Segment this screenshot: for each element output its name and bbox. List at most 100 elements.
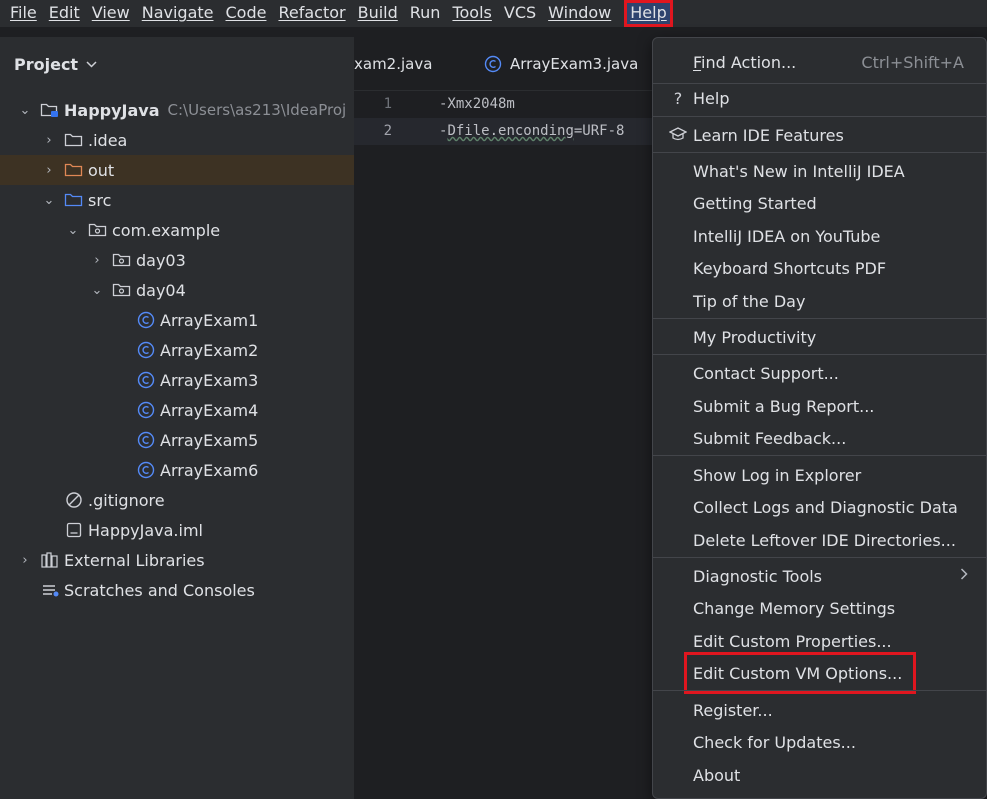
highlight-box-vm-options — [684, 652, 916, 694]
tab-arrayexam2[interactable]: xam2.java — [354, 37, 432, 91]
menu-run[interactable]: Run — [404, 0, 447, 27]
menu-window-label: Window — [548, 3, 612, 22]
ide-window: { "menubar": { "items": [ {"label": "Fil… — [0, 0, 987, 799]
menu-item-label: Diagnostic Tools — [693, 566, 823, 586]
tree-label: day04 — [136, 280, 186, 300]
tree-label: ArrayExam3 — [160, 370, 259, 390]
menu-build[interactable]: Build — [352, 0, 404, 27]
menu-item-change-memory-settings[interactable]: Change Memory Settings — [653, 592, 986, 624]
tree-label: com.example — [112, 220, 221, 240]
tree-row-arrayexam4[interactable]: ArrayExam4 — [0, 395, 354, 425]
menu-help[interactable]: Help — [624, 0, 673, 27]
menu-item-label: Check for Updates... — [693, 732, 856, 752]
project-panel-header[interactable]: Project — [0, 37, 354, 91]
tree-row-out[interactable]: › out — [0, 155, 354, 185]
menu-refactor[interactable]: Refactor — [272, 0, 351, 27]
tree-label: src — [88, 190, 112, 210]
menu-item-label: Delete Leftover IDE Directories... — [693, 530, 956, 550]
code-text: -Xmx2048m — [439, 96, 515, 112]
tree-row-arrayexam5[interactable]: ArrayExam5 — [0, 425, 354, 455]
menu-tools[interactable]: Tools — [446, 0, 497, 27]
menu-item-label: Register... — [693, 700, 773, 720]
menu-item-youtube[interactable]: IntelliJ IDEA on YouTube — [653, 220, 986, 252]
menu-window[interactable]: Window — [542, 0, 617, 27]
menu-separator — [653, 690, 986, 691]
menu-separator — [653, 557, 986, 558]
menu-item-show-log[interactable]: Show Log in Explorer — [653, 459, 986, 491]
menu-item-label: Help — [693, 88, 730, 108]
chevron-down-icon[interactable]: ⌄ — [18, 103, 32, 118]
menu-item-label: About — [693, 765, 741, 785]
chevron-down-icon[interactable]: ⌄ — [66, 223, 80, 238]
library-icon — [40, 551, 60, 569]
menu-item-label: Find Action... — [693, 52, 797, 72]
menu-code[interactable]: Code — [220, 0, 273, 27]
menu-vcs[interactable]: VCS — [498, 0, 542, 27]
tree-label: External Libraries — [64, 550, 205, 570]
menu-item-submit-feedback[interactable]: Submit Feedback... — [653, 422, 986, 454]
menu-item-collect-logs[interactable]: Collect Logs and Diagnostic Data — [653, 491, 986, 523]
menu-item-label: Tip of the Day — [693, 291, 806, 311]
menu-item-keyboard-shortcuts-pdf[interactable]: Keyboard Shortcuts PDF — [653, 252, 986, 284]
question-icon: ? — [673, 88, 683, 108]
tree-row-src[interactable]: ⌄ src — [0, 185, 354, 215]
menu-view[interactable]: View — [86, 0, 136, 27]
tree-row-happyjava[interactable]: ⌄ HappyJava C:\Users\as213\IdeaProj — [0, 95, 354, 125]
code-editor[interactable]: 1 -Xmx2048m 2 -Dfile.enconding=URF-8 — [354, 91, 654, 799]
chevron-right-icon[interactable]: › — [42, 133, 56, 148]
tree-row-day03[interactable]: › day03 — [0, 245, 354, 275]
graduation-cap-icon — [668, 126, 688, 145]
tree-row-arrayexam6[interactable]: ArrayExam6 — [0, 455, 354, 485]
tree-row-arrayexam3[interactable]: ArrayExam3 — [0, 365, 354, 395]
tab-arrayexam3[interactable]: ArrayExam3.java — [484, 37, 638, 91]
class-icon — [136, 431, 156, 449]
menu-item-whats-new[interactable]: What's New in IntelliJ IDEA — [653, 155, 986, 187]
class-icon — [136, 461, 156, 479]
menu-run-label: Run — [409, 3, 441, 22]
menu-item-getting-started[interactable]: Getting Started — [653, 187, 986, 219]
menu-separator — [653, 455, 986, 456]
menu-item-about[interactable]: About — [653, 759, 986, 791]
tree-row-arrayexam2[interactable]: ArrayExam2 — [0, 335, 354, 365]
chevron-right-icon[interactable]: › — [90, 253, 104, 268]
tree-label: .idea — [88, 130, 128, 150]
line-number: 1 — [383, 96, 392, 112]
menu-item-diagnostic-tools[interactable]: Diagnostic Tools — [653, 560, 986, 592]
menu-file[interactable]: File — [0, 0, 43, 27]
menu-item-my-productivity[interactable]: My Productivity — [653, 321, 986, 353]
menu-item-delete-leftover-dirs[interactable]: Delete Leftover IDE Directories... — [653, 524, 986, 556]
menu-item-label: Submit Feedback... — [693, 428, 847, 448]
chevron-right-icon[interactable]: › — [18, 553, 32, 568]
tree-row-external-libraries[interactable]: › External Libraries — [0, 545, 354, 575]
menu-navigate[interactable]: Navigate — [136, 0, 220, 27]
tree-row-idea[interactable]: › .idea — [0, 125, 354, 155]
menu-item-check-for-updates[interactable]: Check for Updates... — [653, 726, 986, 758]
menu-item-submit-bug-report[interactable]: Submit a Bug Report... — [653, 390, 986, 422]
menu-separator — [653, 116, 986, 117]
tree-row-arrayexam1[interactable]: ArrayExam1 — [0, 305, 354, 335]
menu-item-learn-ide-features[interactable]: Learn IDE Features — [653, 119, 986, 151]
tree-row-happyjava-iml[interactable]: HappyJava.iml — [0, 515, 354, 545]
menu-item-tip-of-the-day[interactable]: Tip of the Day — [653, 285, 986, 317]
menu-edit[interactable]: Edit — [43, 0, 86, 27]
editor-tabs: xam2.java ArrayExam3.java — [354, 37, 654, 91]
chevron-down-icon[interactable]: ⌄ — [90, 283, 104, 298]
tree-row-scratches[interactable]: Scratches and Consoles — [0, 575, 354, 605]
tree-row-day04[interactable]: ⌄ day04 — [0, 275, 354, 305]
tree-row-com-example[interactable]: ⌄ com.example — [0, 215, 354, 245]
menu-item-find-action[interactable]: Find Action... Ctrl+Shift+A — [653, 46, 986, 78]
menu-item-shortcut: Ctrl+Shift+A — [861, 52, 964, 72]
project-panel: Project ⌄ HappyJava C:\Users\as213\IdeaP… — [0, 37, 354, 799]
menu-separator — [653, 318, 986, 319]
menu-item-label: Submit a Bug Report... — [693, 396, 875, 416]
menu-item-label: IntelliJ IDEA on YouTube — [693, 226, 881, 246]
tree-label: ArrayExam2 — [160, 340, 259, 360]
chevron-right-icon[interactable]: › — [42, 163, 56, 178]
menu-item-help[interactable]: ? Help — [653, 82, 986, 114]
class-icon — [484, 55, 502, 73]
menu-item-contact-support[interactable]: Contact Support... — [653, 357, 986, 389]
menu-item-register[interactable]: Register... — [653, 694, 986, 726]
chevron-down-icon[interactable] — [86, 57, 97, 71]
tree-row-gitignore[interactable]: .gitignore — [0, 485, 354, 515]
chevron-down-icon[interactable]: ⌄ — [42, 193, 56, 208]
